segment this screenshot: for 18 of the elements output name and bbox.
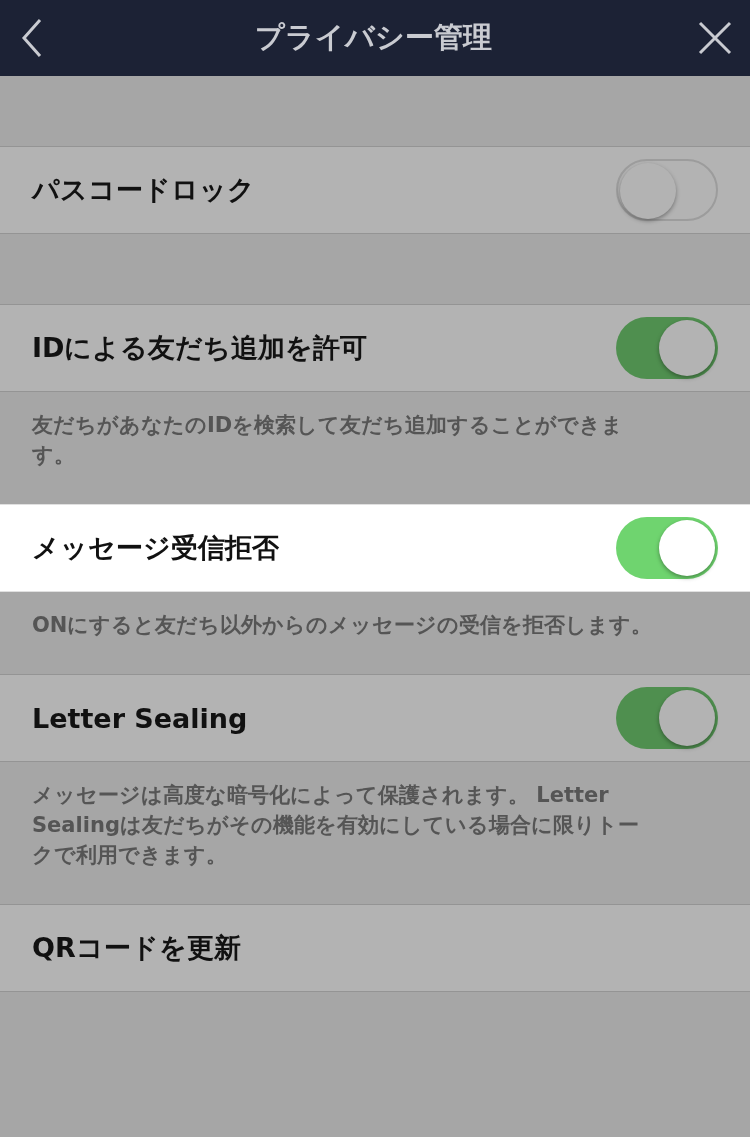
settings-row[interactable]: QRコードを更新 bbox=[0, 904, 750, 992]
setting-description: 友だちがあなたのIDを検索して友だち追加することができます。 bbox=[30, 412, 625, 469]
settings-row[interactable]: IDによる友だち追加を許可 bbox=[0, 304, 750, 392]
window-title: プライバシー管理 bbox=[254, 19, 492, 56]
settings-row[interactable]: Letter Sealing bbox=[0, 674, 750, 762]
setting-label: パスコードロック bbox=[32, 173, 255, 207]
setting-label: Letter Sealing bbox=[32, 702, 248, 734]
setting-label: IDによる友だち追加を許可 bbox=[32, 331, 368, 365]
toggle-switch[interactable] bbox=[616, 687, 718, 749]
setting-label: メッセージ受信拒否 bbox=[32, 531, 279, 565]
toggle-switch[interactable] bbox=[616, 159, 718, 221]
setting-label: QRコードを更新 bbox=[32, 931, 241, 965]
settings-row[interactable]: パスコードロック bbox=[0, 146, 750, 234]
settings-row[interactable]: メッセージ受信拒否 bbox=[0, 504, 750, 592]
toggle-switch[interactable] bbox=[616, 317, 718, 379]
setting-description: メッセージは高度な暗号化によって保護されます。 Letter Sealingは友だちがその機能を有効にしている場合に限りトークで利用できます。 bbox=[31, 782, 640, 869]
toggle-switch[interactable] bbox=[616, 517, 718, 579]
setting-description: ONにすると友だち以外からのメッセージの受信を拒否します。 bbox=[31, 612, 654, 639]
